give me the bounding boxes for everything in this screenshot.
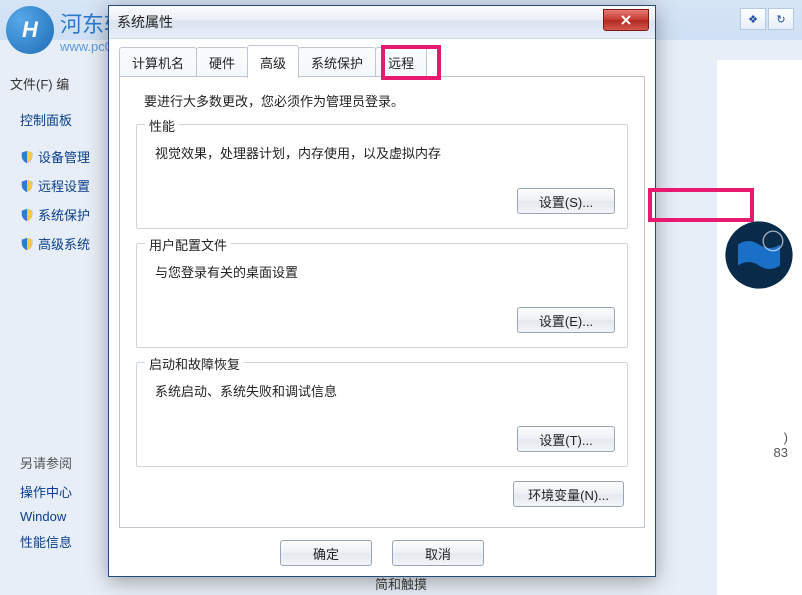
tab-system-protection[interactable]: 系统保护: [298, 47, 376, 78]
tab-hardware[interactable]: 硬件: [196, 47, 248, 78]
sidebar-label: 远程设置: [38, 176, 90, 195]
group-startup: 启动和故障恢复 系统启动、系统失败和调试信息 设置(T)...: [136, 362, 628, 467]
nav-icon-1[interactable]: ❖: [740, 8, 766, 30]
sidebar-item-advanced[interactable]: 高级系统: [20, 234, 108, 253]
dialog-title: 系统属性: [117, 12, 173, 32]
tabstrip: 计算机名 硬件 高级 系统保护 远程: [109, 39, 655, 78]
close-button[interactable]: [603, 9, 649, 31]
shield-icon: [20, 150, 34, 164]
tab-computer-name[interactable]: 计算机名: [119, 47, 197, 78]
titlebar[interactable]: 系统属性: [109, 6, 655, 39]
system-properties-dialog: 系统属性 计算机名 硬件 高级 系统保护 远程 要进行大多数更改，您必须作为管理…: [108, 5, 656, 577]
right-panel: [717, 60, 802, 595]
group-user-profile: 用户配置文件 与您登录有关的桌面设置 设置(E)...: [136, 243, 628, 348]
shield-icon: [20, 237, 34, 251]
related-item[interactable]: 性能信息: [20, 532, 108, 551]
tab-remote[interactable]: 远程: [375, 47, 427, 78]
close-icon: [620, 14, 632, 26]
group-desc-user: 与您登录有关的桌面设置: [155, 262, 615, 281]
related-item[interactable]: Window: [20, 509, 108, 524]
cancel-button[interactable]: 取消: [392, 540, 484, 566]
ok-button[interactable]: 确定: [280, 540, 372, 566]
menu-file[interactable]: 文件(F) 编: [10, 74, 69, 93]
related-title: 另请参阅: [20, 453, 108, 472]
related-item[interactable]: 操作中心: [20, 482, 108, 501]
sidebar: 控制面板 设备管理 远程设置 系统保护 高级系统 另请参阅 操作中心 Windo…: [20, 110, 108, 559]
dialog-footer: 确定 取消: [109, 530, 655, 576]
windows-logo-icon: [724, 220, 794, 290]
sidebar-label: 高级系统: [38, 234, 90, 253]
sidebar-label: 系统保护: [38, 205, 90, 224]
settings-startup-button[interactable]: 设置(T)...: [517, 426, 615, 452]
right-text: ) 83: [774, 430, 788, 460]
shield-icon: [20, 208, 34, 222]
watermark-logo-icon: H: [6, 6, 54, 54]
group-title-performance: 性能: [145, 116, 179, 135]
group-title-startup: 启动和故障恢复: [145, 354, 244, 373]
bottom-hint: 简和触摸: [0, 574, 802, 593]
related-section: 另请参阅 操作中心 Window 性能信息: [20, 453, 108, 551]
group-desc-performance: 视觉效果，处理器计划，内存使用，以及虚拟内存: [155, 143, 615, 162]
parent-nav-buttons: ❖ ↻: [740, 8, 794, 30]
group-desc-startup: 系统启动、系统失败和调试信息: [155, 381, 615, 400]
settings-performance-button[interactable]: 设置(S)...: [517, 188, 615, 214]
sidebar-item-remote[interactable]: 远程设置: [20, 176, 108, 195]
settings-user-button[interactable]: 设置(E)...: [517, 307, 615, 333]
shield-icon: [20, 179, 34, 193]
tab-advanced[interactable]: 高级: [247, 45, 299, 78]
sidebar-label: 设备管理: [38, 147, 90, 166]
environment-variables-button[interactable]: 环境变量(N)...: [513, 481, 624, 507]
sidebar-item-protect[interactable]: 系统保护: [20, 205, 108, 224]
nav-icon-2[interactable]: ↻: [768, 8, 794, 30]
tabpage-advanced: 要进行大多数更改，您必须作为管理员登录。 性能 视觉效果，处理器计划，内存使用，…: [119, 76, 645, 528]
intro-text: 要进行大多数更改，您必须作为管理员登录。: [144, 91, 628, 110]
group-performance: 性能 视觉效果，处理器计划，内存使用，以及虚拟内存 设置(S)...: [136, 124, 628, 229]
group-title-user: 用户配置文件: [145, 235, 231, 254]
sidebar-title[interactable]: 控制面板: [20, 110, 108, 129]
sidebar-item-device[interactable]: 设备管理: [20, 147, 108, 166]
